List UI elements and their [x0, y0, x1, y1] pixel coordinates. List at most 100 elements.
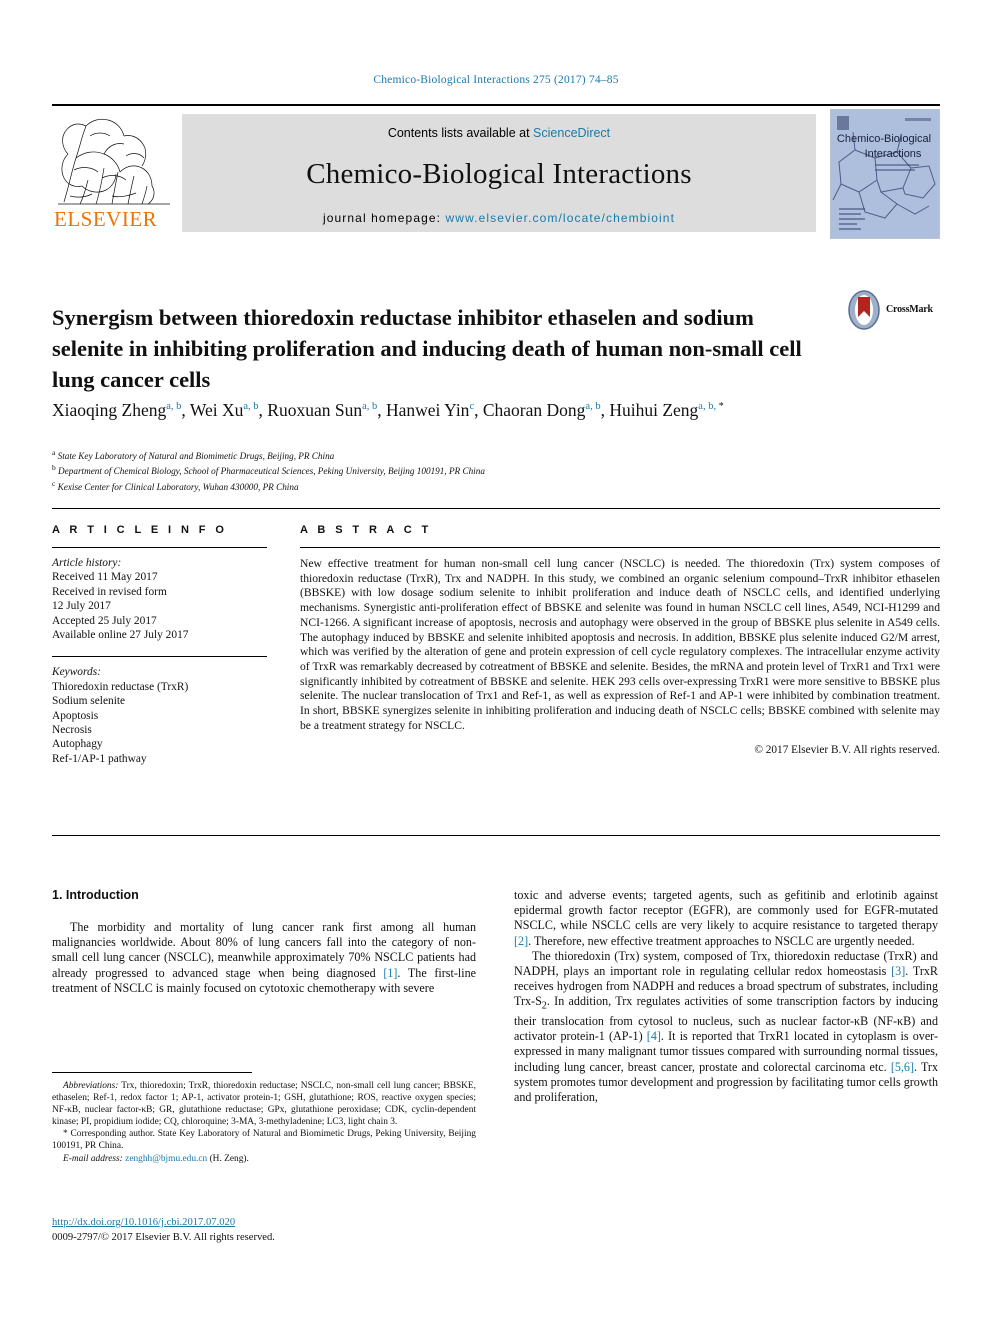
paragraph-text: . Therefore, new effective treatment app… — [528, 933, 915, 948]
citation-ref[interactable]: [2] — [514, 934, 528, 948]
affiliation-text: Kexise Center for Clinical Laboratory, W… — [57, 482, 299, 492]
keywords-block: Keywords: Thioredoxin reductase (TrxR) S… — [52, 665, 267, 766]
corresponding-text: Corresponding author. State Key Laborato… — [52, 1129, 476, 1152]
history-item: Received in revised form — [52, 585, 167, 598]
author-list: Xiaoqing Zhenga, b, Wei Xua, b, Ruoxuan … — [52, 394, 902, 423]
cover-title-line-2: Interactions — [865, 148, 922, 160]
affiliation-mark: a — [52, 448, 56, 457]
author-affiliation-marks: a, b — [243, 401, 259, 412]
affiliation-item: a State Key Laboratory of Natural and Bi… — [52, 447, 752, 462]
keywords-label: Keywords: — [52, 666, 101, 679]
author-affiliation-marks: a, b — [362, 401, 378, 412]
author-separator: , — [377, 399, 386, 420]
author-name: Ruoxuan Sun — [267, 399, 363, 420]
journal-masthead: ELSEVIER Contents lists available at Sci… — [52, 104, 940, 239]
affiliation-mark: c — [52, 478, 56, 488]
affiliation-list: a State Key Laboratory of Natural and Bi… — [52, 447, 752, 493]
journal-cover-thumbnail: Chemico-Biological Interactions — [830, 109, 940, 239]
author-name: Huihui Zeng — [609, 399, 699, 420]
history-item: Accepted 25 July 2017 — [52, 614, 157, 627]
section-heading-introduction: 1. Introduction — [52, 888, 139, 902]
elsevier-logo: ELSEVIER — [52, 112, 176, 232]
footnotes-block: Abbreviations: Trx, thioredoxin; TrxR, t… — [52, 1080, 476, 1165]
affiliation-text: State Key Laboratory of Natural and Biom… — [57, 451, 335, 462]
history-item: Received 11 May 2017 — [52, 571, 158, 584]
paper-page: Chemico-Biological Interactions 275 (201… — [0, 0, 992, 1323]
crossmark-badge[interactable]: CrossMark — [846, 290, 938, 336]
history-item: Available online 27 July 2017 — [52, 629, 189, 642]
paragraph: toxic and adverse events; targeted agent… — [514, 888, 938, 949]
contents-available-line: Contents lists available at ScienceDirec… — [182, 126, 816, 140]
cover-title-line-1: Chemico-Biological — [837, 133, 931, 145]
page-title: Synergism between thioredoxin reductase … — [52, 305, 802, 393]
crossmark-label: CrossMark — [886, 304, 933, 315]
keyword-item: Apoptosis — [52, 709, 99, 722]
cover-artwork: Chemico-Biological Interactions — [831, 110, 937, 236]
contents-prefix: Contents lists available at — [387, 126, 530, 140]
affiliation-item: b Department of Chemical Biology, School… — [52, 462, 752, 477]
abstract-column: A B S T R A C T New effective treatment … — [300, 524, 940, 756]
keyword-item: Sodium selenite — [52, 695, 126, 708]
running-head: Chemico-Biological Interactions 275 (201… — [373, 74, 619, 86]
body-column-right: toxic and adverse events; targeted agent… — [514, 888, 938, 1105]
affiliation-text: Department of Chemical Biology, School o… — [58, 466, 485, 477]
sciencedirect-band: Contents lists available at ScienceDirec… — [182, 114, 816, 232]
paragraph: The thioredoxin (Trx) system, composed o… — [514, 949, 938, 1105]
paragraph-text: toxic and adverse events; targeted agent… — [514, 888, 938, 933]
abstract-bottom-rule — [52, 835, 940, 836]
article-info-column: A R T I C L E I N F O Article history: R… — [52, 524, 267, 766]
elsevier-tree-icon — [58, 118, 170, 205]
keywords-rule — [52, 656, 267, 658]
paragraph-text: The thioredoxin (Trx) system, composed o… — [514, 948, 938, 979]
article-history: Article history: Received 11 May 2017 Re… — [52, 556, 267, 642]
abstract-text: New effective treatment for human non-sm… — [300, 557, 940, 732]
author-separator: , — [181, 399, 190, 420]
author-separator: , — [474, 399, 483, 420]
info-block-top-rule — [52, 508, 940, 509]
citation-ref[interactable]: [5,6] — [891, 1060, 914, 1074]
affiliation-mark: b — [52, 463, 56, 473]
footer-doi-block: http://dx.doi.org/10.1016/j.cbi.2017.07.… — [52, 1216, 476, 1245]
history-item: 12 July 2017 — [52, 600, 111, 613]
author-name: Chaoran Dong — [482, 399, 586, 420]
corresponding-author-star: * — [718, 401, 724, 412]
citation-ref[interactable]: [3] — [891, 964, 905, 978]
abbreviations-label: Abbreviations: — [63, 1081, 119, 1091]
journal-title: Chemico-Biological Interactions — [306, 158, 692, 190]
homepage-prefix: journal homepage: — [322, 211, 442, 225]
corresponding-author-note: * Corresponding author. State Key Labora… — [52, 1128, 476, 1152]
elsevier-wordmark: ELSEVIER — [54, 207, 158, 231]
article-info-heading: A R T I C L E I N F O — [52, 524, 228, 536]
article-info-rule — [52, 547, 267, 548]
body-column-left: 1. Introduction The morbidity and mortal… — [52, 888, 476, 996]
homepage-url-link[interactable]: www.elsevier.com/locate/chembioint — [446, 211, 675, 225]
author-name: Hanwei Yin — [386, 399, 470, 420]
affiliation-item: c Kexise Center for Clinical Laboratory,… — [52, 478, 752, 493]
paragraph: The morbidity and mortality of lung canc… — [52, 920, 476, 996]
sciencedirect-link[interactable]: ScienceDirect — [533, 126, 610, 140]
abstract-rule — [300, 547, 940, 548]
citation-ref[interactable]: [4] — [647, 1029, 661, 1043]
email-suffix: (H. Zeng). — [207, 1153, 249, 1164]
email-link[interactable]: zenghh@bjmu.edu.cn — [125, 1154, 207, 1164]
keyword-item: Ref-1/AP-1 pathway — [52, 752, 147, 765]
abstract-copyright: © 2017 Elsevier B.V. All rights reserved… — [754, 744, 940, 757]
abstract-heading: A B S T R A C T — [300, 524, 432, 536]
author-affiliation-marks: a, b — [166, 401, 182, 412]
citation-ref[interactable]: [1] — [383, 966, 397, 980]
email-label: E-mail address: — [63, 1153, 123, 1164]
author-name: Wei Xu — [189, 399, 244, 420]
keyword-item: Thioredoxin reductase (TrxR) — [52, 680, 189, 693]
author-affiliation-marks: a, b — [585, 401, 601, 412]
article-history-label: Article history: — [52, 557, 122, 569]
issn-copyright-line: 0009-2797/© 2017 Elsevier B.V. All right… — [52, 1231, 275, 1243]
keyword-item: Necrosis — [52, 724, 92, 737]
author-name: Xiaoqing Zheng — [52, 399, 167, 420]
author-affiliation-marks: a, b, — [698, 401, 719, 412]
footnote-rule — [52, 1072, 252, 1073]
email-note: E-mail address: zenghh@bjmu.edu.cn (H. Z… — [52, 1153, 476, 1165]
author-separator: , — [258, 399, 268, 420]
doi-link[interactable]: http://dx.doi.org/10.1016/j.cbi.2017.07.… — [52, 1216, 476, 1231]
keyword-item: Autophagy — [52, 738, 103, 751]
crossmark-icon — [848, 290, 880, 330]
